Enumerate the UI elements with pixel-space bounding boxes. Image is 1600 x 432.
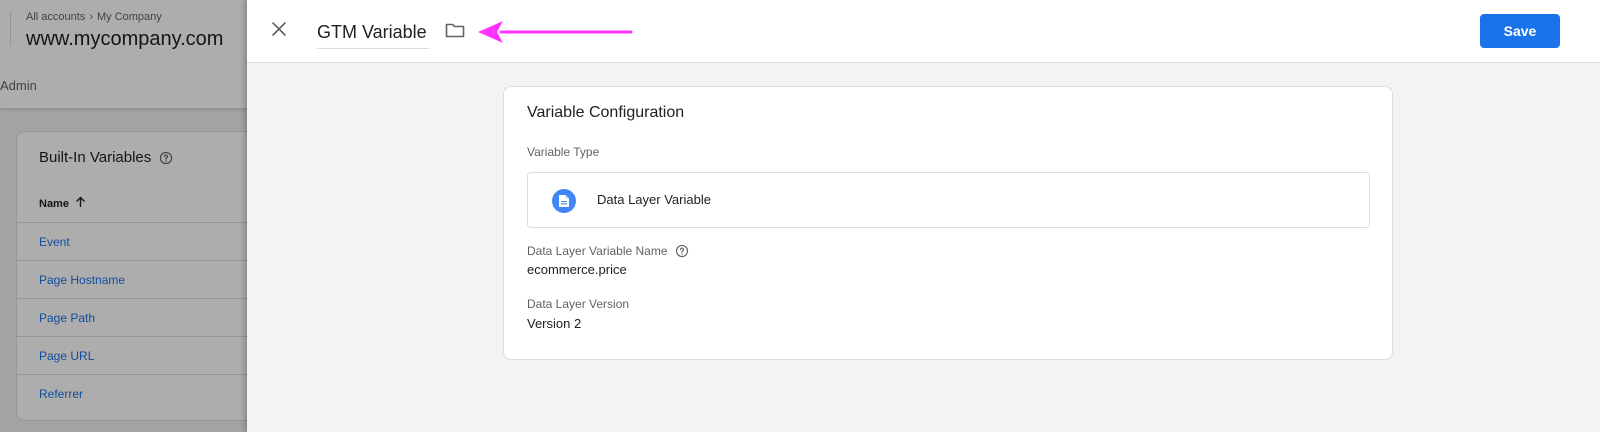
- folder-icon: [445, 22, 465, 43]
- document-icon: [552, 189, 576, 213]
- panel-header: GTM Variable Save: [247, 0, 1600, 63]
- close-button[interactable]: [267, 19, 291, 43]
- arrow-annotation: [478, 21, 633, 43]
- variable-editor-panel: GTM Variable Save Variable Configuration…: [247, 0, 1600, 432]
- help-icon[interactable]: [675, 244, 689, 258]
- folder-button[interactable]: [443, 21, 467, 43]
- data-layer-version-value: Version 2: [527, 316, 582, 331]
- data-layer-variable-name-value: ecommerce.price: [527, 262, 627, 277]
- card-title: Variable Configuration: [527, 104, 685, 121]
- variable-configuration-card: Variable Configuration Variable Type Dat…: [503, 86, 1393, 360]
- data-layer-variable-name-label: Data Layer Variable Name: [527, 244, 689, 258]
- save-button[interactable]: Save: [1480, 14, 1560, 48]
- data-layer-version-label: Data Layer Version: [527, 297, 629, 311]
- data-layer-version-label-text: Data Layer Version: [527, 297, 630, 311]
- variable-type-name: Data Layer Variable: [597, 192, 711, 207]
- data-layer-variable-name-label-text: Data Layer Variable Name: [527, 244, 668, 258]
- variable-type-selector[interactable]: Data Layer Variable: [527, 172, 1370, 228]
- variable-type-label-text: Variable Type: [527, 145, 600, 159]
- variable-type-label: Variable Type: [527, 145, 599, 159]
- close-icon: [271, 21, 287, 42]
- variable-name-input[interactable]: GTM Variable: [317, 18, 429, 49]
